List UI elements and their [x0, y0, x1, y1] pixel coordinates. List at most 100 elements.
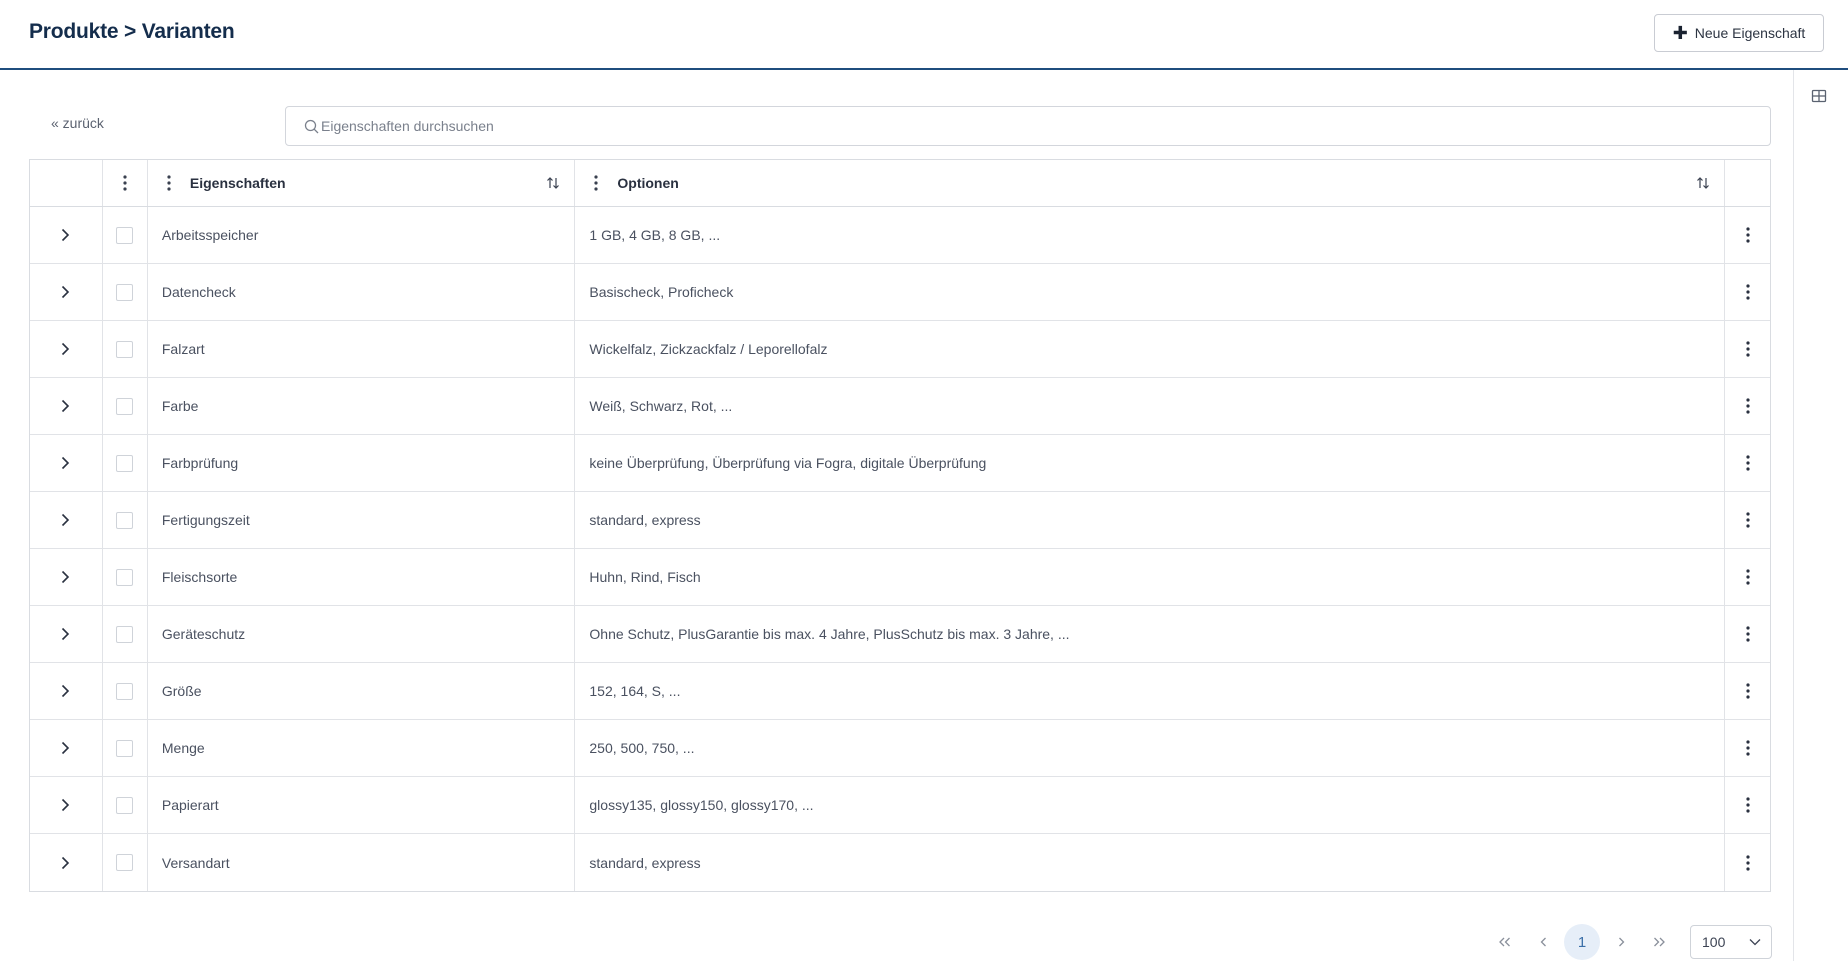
- chevron-right-icon[interactable]: [61, 627, 70, 641]
- expand-cell: [30, 606, 103, 662]
- more-actions-icon[interactable]: [1745, 683, 1750, 699]
- chevron-right-icon[interactable]: [61, 456, 70, 470]
- actions-cell: [1725, 606, 1770, 662]
- chevron-right-icon[interactable]: [61, 798, 70, 812]
- more-actions-icon[interactable]: [1745, 512, 1750, 528]
- more-actions-icon[interactable]: [1745, 284, 1750, 300]
- search-box[interactable]: [285, 106, 1771, 146]
- property-name-cell: Falzart: [148, 321, 576, 377]
- plus-icon: ✚: [1672, 23, 1688, 43]
- select-cell: [103, 549, 148, 605]
- page-size-value: 100: [1702, 934, 1726, 950]
- actions-cell: [1725, 207, 1770, 263]
- column-menu-icon[interactable]: [123, 175, 127, 191]
- chevron-right-icon[interactable]: [61, 570, 70, 584]
- last-page-button[interactable]: [1640, 925, 1678, 959]
- search-input[interactable]: [321, 118, 1721, 134]
- property-name-cell: Geräteschutz: [148, 606, 576, 662]
- property-options-cell: Weiß, Schwarz, Rot, ...: [575, 378, 1726, 434]
- row-checkbox[interactable]: [116, 283, 134, 301]
- property-name-cell: Größe: [148, 663, 576, 719]
- page-1-button[interactable]: 1: [1564, 924, 1600, 960]
- select-cell: [103, 720, 148, 776]
- more-actions-icon[interactable]: [1745, 740, 1750, 756]
- more-actions-icon[interactable]: [1745, 455, 1750, 471]
- new-property-button[interactable]: ✚ Neue Eigenschaft: [1654, 14, 1824, 52]
- chevron-right-icon[interactable]: [61, 285, 70, 299]
- options-column-menu[interactable]: [575, 175, 617, 191]
- back-link[interactable]: « zurück: [51, 115, 104, 131]
- actions-cell: [1725, 549, 1770, 605]
- chevron-right-icon[interactable]: [61, 856, 70, 870]
- chevron-right-icon[interactable]: [61, 399, 70, 413]
- select-cell: [103, 663, 148, 719]
- actions-cell: [1725, 321, 1770, 377]
- more-actions-icon[interactable]: [1745, 626, 1750, 642]
- chevron-right-icon[interactable]: [61, 741, 70, 755]
- more-actions-icon[interactable]: [1745, 854, 1750, 871]
- prev-page-button[interactable]: [1524, 925, 1562, 959]
- grid-view-icon[interactable]: [1811, 88, 1827, 104]
- more-actions-icon[interactable]: [1745, 341, 1750, 357]
- properties-table: Eigenschaften Optionen Arbeitsspeicher 1 …: [29, 159, 1771, 892]
- chevron-down-icon: [1749, 939, 1761, 946]
- table-body: Arbeitsspeicher 1 GB, 4 GB, 8 GB, ... Date…: [30, 207, 1770, 891]
- pagination: 1 100: [1486, 924, 1772, 960]
- row-checkbox[interactable]: [116, 397, 134, 415]
- expand-cell: [30, 663, 103, 719]
- first-page-button[interactable]: [1486, 925, 1524, 959]
- property-name-cell: Menge: [148, 720, 576, 776]
- header-expand-cell: [30, 160, 103, 206]
- sort-icon[interactable]: [546, 176, 560, 190]
- more-actions-icon[interactable]: [1745, 569, 1750, 585]
- row-checkbox[interactable]: [116, 854, 134, 871]
- more-actions-icon[interactable]: [1745, 398, 1750, 414]
- actions-cell: [1725, 720, 1770, 776]
- row-checkbox[interactable]: [116, 340, 134, 358]
- table-row: Geräteschutz Ohne Schutz, PlusGarantie bi…: [30, 606, 1770, 663]
- chevron-right-icon: [1618, 937, 1624, 947]
- table-header-row: Eigenschaften Optionen: [30, 160, 1770, 207]
- select-cell: [103, 834, 148, 891]
- column-menu-icon: [594, 175, 598, 191]
- row-checkbox[interactable]: [116, 454, 134, 472]
- actions-cell: [1725, 378, 1770, 434]
- actions-cell: [1725, 435, 1770, 491]
- column-header-options[interactable]: Optionen: [617, 175, 1696, 191]
- table-row: Farbe Weiß, Schwarz, Rot, ...: [30, 378, 1770, 435]
- actions-cell: [1725, 777, 1770, 833]
- row-checkbox[interactable]: [116, 625, 134, 643]
- column-header-properties[interactable]: Eigenschaften: [190, 175, 547, 191]
- select-cell: [103, 207, 148, 263]
- more-actions-icon[interactable]: [1745, 227, 1750, 243]
- select-cell: [103, 264, 148, 320]
- properties-column-menu[interactable]: [148, 175, 190, 191]
- expand-cell: [30, 720, 103, 776]
- next-page-button[interactable]: [1602, 925, 1640, 959]
- select-cell: [103, 606, 148, 662]
- row-checkbox[interactable]: [116, 739, 134, 757]
- chevron-left-icon: [1540, 937, 1546, 947]
- expand-cell: [30, 549, 103, 605]
- chevron-right-icon[interactable]: [61, 228, 70, 242]
- property-options-cell: 250, 500, 750, ...: [575, 720, 1726, 776]
- row-checkbox[interactable]: [116, 682, 134, 700]
- row-checkbox[interactable]: [116, 568, 134, 586]
- row-checkbox[interactable]: [116, 226, 134, 244]
- chevron-right-icon[interactable]: [61, 684, 70, 698]
- row-checkbox[interactable]: [116, 511, 134, 529]
- table-row: Farbprüfung keine Überprüfung, Überprüfun…: [30, 435, 1770, 492]
- expand-cell: [30, 321, 103, 377]
- chevron-right-icon[interactable]: [61, 342, 70, 356]
- property-options-cell: keine Überprüfung, Überprüfung via Fogra…: [575, 435, 1726, 491]
- page-size-select[interactable]: 100: [1690, 925, 1772, 959]
- more-actions-icon[interactable]: [1745, 797, 1750, 813]
- header-options-cell: Optionen: [575, 160, 1726, 206]
- row-checkbox[interactable]: [116, 796, 134, 814]
- chevron-right-icon[interactable]: [61, 513, 70, 527]
- sort-icon[interactable]: [1696, 176, 1710, 190]
- column-menu-icon: [167, 175, 171, 191]
- table-row: Versandart standard, express: [30, 834, 1770, 891]
- expand-cell: [30, 378, 103, 434]
- select-cell: [103, 378, 148, 434]
